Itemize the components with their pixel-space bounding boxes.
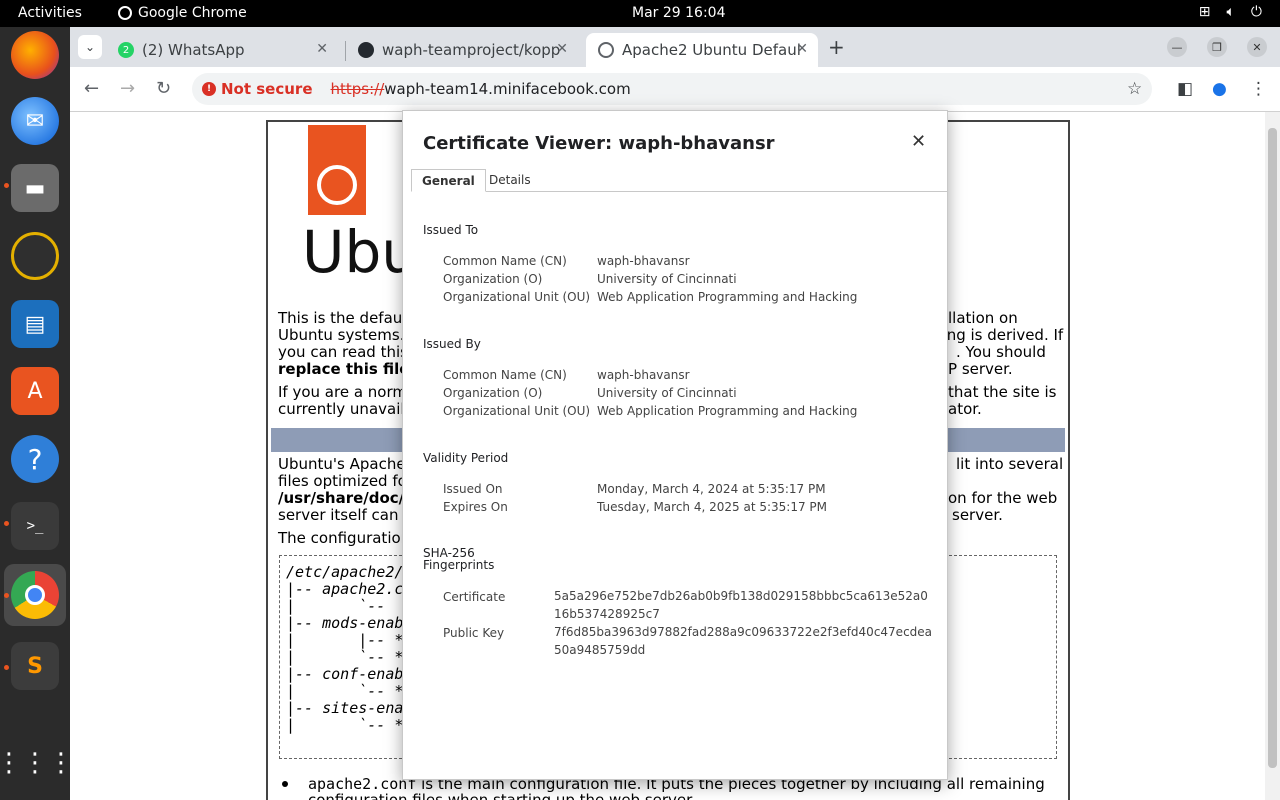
maximize-button[interactable]: ❐ — [1207, 37, 1227, 57]
libreoffice-writer-icon[interactable]: ▤ — [11, 300, 59, 348]
org-value: University of Cincinnati — [597, 272, 737, 286]
new-tab-button[interactable]: + — [828, 35, 845, 59]
running-indicator — [4, 521, 9, 526]
files-icon[interactable]: ▬ — [11, 164, 59, 212]
tab-title: waph-teamproject/kopp — [382, 41, 560, 59]
cn-value: waph-bhavansr — [597, 254, 690, 268]
bullet-dot — [282, 781, 288, 787]
dialog-title: Certificate Viewer: waph-bhavansr — [423, 133, 775, 154]
help-icon[interactable]: ? — [11, 435, 59, 483]
issued-by-heading: Issued By — [423, 337, 481, 351]
not-secure-label: Not secure — [221, 80, 313, 98]
tab-apache[interactable]: Apache2 Ubuntu Defaul ✕ — [586, 33, 818, 67]
close-window-button[interactable]: ✕ — [1247, 37, 1267, 57]
validity-heading: Validity Period — [423, 451, 509, 465]
volume-icon: 🔈︎ — [1226, 4, 1235, 20]
chrome-small-icon — [118, 6, 132, 20]
ubuntu-wordmark: Ubu — [302, 218, 419, 286]
network-icon: ⊞ — [1198, 4, 1211, 20]
app-name-label: Google Chrome — [138, 5, 247, 21]
menu-kebab-icon[interactable]: ⋮ — [1250, 79, 1267, 99]
warning-icon: ! — [202, 82, 216, 96]
gnome-top-bar: Activities Google Chrome Mar 29 16:04 ⊞ … — [0, 0, 1280, 27]
system-menu[interactable]: ⊞ 🔈︎ ⏻ — [1199, 4, 1262, 20]
address-bar[interactable]: ! Not secure https:// waph-team14.minifa… — [192, 73, 1152, 105]
running-indicator — [4, 593, 9, 598]
forward-button[interactable]: → — [120, 78, 135, 99]
org-label: Organization (O) — [443, 386, 543, 400]
profile-icon[interactable]: ● — [1212, 79, 1227, 99]
not-secure-chip[interactable]: ! Not secure — [202, 80, 313, 98]
issued-on-value: Monday, March 4, 2024 at 5:35:17 PM — [597, 482, 826, 496]
dock: ✉ ▬ ▤ A ? >_ S ⋮⋮⋮ — [0, 27, 74, 800]
close-icon[interactable]: ✕ — [556, 41, 568, 57]
tab-search-button[interactable]: ⌄ — [78, 35, 102, 59]
fingerprints-heading: SHA-256 Fingerprints — [423, 546, 495, 572]
ou-label: Organizational Unit (OU) — [443, 290, 591, 304]
show-apps-icon[interactable]: ⋮⋮⋮ — [0, 739, 74, 787]
scrollbar-thumb[interactable] — [1268, 128, 1277, 768]
tab-whatsapp[interactable]: 2 (2) WhatsApp ✕ — [106, 33, 338, 67]
whatsapp-icon: 2 — [118, 42, 134, 58]
cn-value: waph-bhavansr — [597, 368, 690, 382]
clock[interactable]: Mar 29 16:04 — [632, 5, 725, 21]
close-icon[interactable]: ✕ — [796, 41, 808, 57]
github-icon — [358, 42, 374, 58]
certificate-viewer-dialog: Certificate Viewer: waph-bhavansr ✕ Gene… — [402, 110, 948, 780]
chevron-down-icon: ⌄ — [84, 40, 96, 54]
bookmark-star-icon[interactable]: ☆ — [1127, 79, 1142, 99]
ou-value: Web Application Programming and Hacking — [597, 290, 858, 304]
pubkey-fingerprint-label: Public Key — [443, 626, 505, 640]
tab-details[interactable]: Details — [479, 169, 541, 192]
cn-label: Common Name (CN) — [443, 368, 567, 382]
cn-label: Common Name (CN) — [443, 254, 567, 268]
app-center-icon[interactable]: A — [11, 367, 59, 415]
expires-on-label: Expires On — [443, 500, 508, 514]
activities-button[interactable]: Activities — [18, 5, 82, 21]
sublime-text-icon[interactable]: S — [11, 642, 59, 690]
url-host: waph-team14.minifacebook.com — [384, 80, 631, 98]
rhythmbox-icon[interactable] — [11, 232, 59, 280]
chrome-icon[interactable] — [11, 571, 59, 619]
tab-title: (2) WhatsApp — [142, 41, 245, 59]
bullet-item-cont: configuration files when starting up the… — [308, 791, 696, 800]
thunderbird-icon[interactable]: ✉ — [11, 97, 59, 145]
back-button[interactable]: ← — [84, 78, 99, 99]
ubuntu-logo — [308, 125, 366, 215]
firefox-icon[interactable] — [11, 31, 59, 79]
reload-button[interactable]: ↻ — [156, 78, 171, 99]
minimize-button[interactable]: — — [1167, 37, 1187, 57]
page-scrollbar[interactable] — [1265, 112, 1280, 800]
org-label: Organization (O) — [443, 272, 543, 286]
globe-icon — [598, 42, 614, 58]
issued-to-heading: Issued To — [423, 223, 479, 237]
running-indicator — [4, 183, 9, 188]
ou-label: Organizational Unit (OU) — [443, 404, 591, 418]
org-value: University of Cincinnati — [597, 386, 737, 400]
close-icon[interactable]: ✕ — [316, 41, 328, 57]
pubkey-fingerprint-value: 7f6d85ba3963d97882fad288a9c09633722e2f3e… — [554, 625, 933, 657]
url-scheme: https:// — [330, 80, 385, 98]
ou-value: Web Application Programming and Hacking — [597, 404, 858, 418]
browser-toolbar: ← → ↻ ! Not secure https:// waph-team14.… — [70, 67, 1280, 112]
power-icon: ⏻ — [1250, 4, 1262, 20]
terminal-icon[interactable]: >_ — [11, 502, 59, 550]
cert-fingerprint-value: 5a5a296e752be7db26ab0b9fb138d029158bbbc5… — [554, 589, 928, 621]
tab-title: Apache2 Ubuntu Defaul — [622, 41, 800, 59]
app-menu[interactable]: Google Chrome — [118, 5, 247, 21]
tab-strip: ⌄ 2 (2) WhatsApp ✕ waph-teamproject/kopp… — [70, 27, 1280, 67]
running-indicator — [4, 665, 9, 670]
close-icon[interactable]: ✕ — [911, 131, 926, 152]
cert-tab-strip: General Details — [411, 169, 947, 192]
tab-github[interactable]: waph-teamproject/kopp ✕ — [346, 33, 578, 67]
expires-on-value: Tuesday, March 4, 2025 at 5:35:17 PM — [597, 500, 827, 514]
side-panel-icon[interactable]: ◧ — [1177, 79, 1193, 99]
cert-fingerprint-label: Certificate — [443, 590, 506, 604]
issued-on-label: Issued On — [443, 482, 503, 496]
tab-general[interactable]: General — [411, 169, 486, 192]
